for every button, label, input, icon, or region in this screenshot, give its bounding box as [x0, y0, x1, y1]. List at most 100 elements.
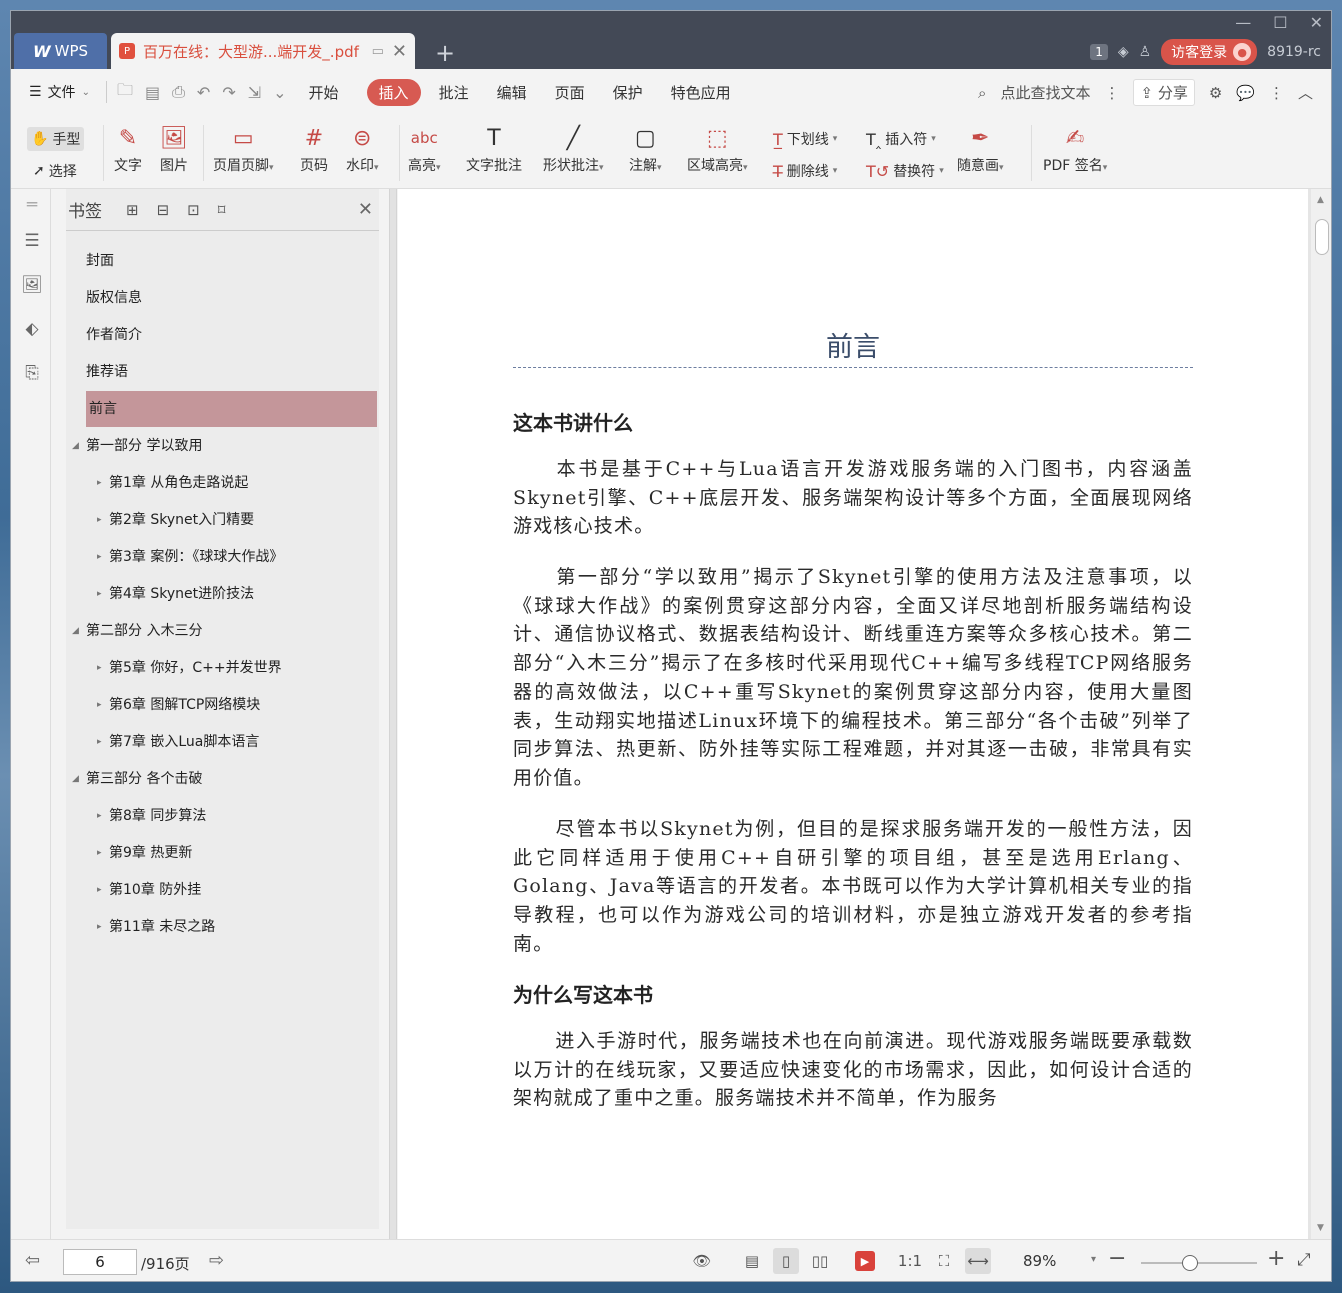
undo-icon[interactable]: ↶ — [197, 83, 210, 102]
bookmark-item[interactable]: 推荐语 — [86, 354, 377, 390]
tab-special-apps[interactable]: 特色应用 — [671, 82, 731, 103]
eye-protect-icon[interactable]: 👁 — [689, 1248, 715, 1274]
zoom-dropdown-icon[interactable]: ▾ — [1091, 1254, 1096, 1265]
expand-bookmark-icon[interactable]: ⊡ — [187, 201, 200, 219]
page-number-button[interactable]: # 页码 — [299, 123, 329, 175]
zoom-out-icon[interactable]: − — [1108, 1246, 1126, 1271]
bookmark-settings-icon[interactable]: ⌑ — [218, 201, 226, 219]
thumbnail-image-icon[interactable]: 🖼 — [21, 275, 43, 297]
expand-triangle-icon[interactable]: ▸ — [97, 687, 102, 723]
document-tab[interactable]: P 百万在线：大型游...端开发_.pdf ▭ ✕ — [111, 33, 415, 69]
next-page-icon[interactable]: ⇨ — [209, 1250, 224, 1271]
expand-triangle-icon[interactable]: ▸ — [97, 724, 102, 760]
bookmark-item[interactable]: 作者简介 — [86, 317, 377, 353]
insert-char-button[interactable]: T‸ 插入符 ▾ — [866, 129, 936, 149]
highlight-button[interactable]: abc 高亮▾ — [408, 123, 441, 175]
replace-char-button[interactable]: T↺ 替换符 ▾ — [866, 161, 944, 181]
chat-icon[interactable]: 💬 — [1236, 84, 1255, 102]
scroll-down-icon[interactable]: ▼ — [1317, 1223, 1324, 1233]
bookmark-item[interactable]: ◢ 第三部分 各个击破 — [72, 761, 377, 797]
bookmark-item[interactable]: ▸ 第10章 防外挂 — [97, 872, 377, 908]
play-slideshow-icon[interactable]: ▶ — [855, 1251, 875, 1271]
more-options-icon[interactable]: ⋮ — [1269, 84, 1284, 102]
expand-triangle-icon[interactable]: ▸ — [97, 872, 102, 908]
watermark-button[interactable]: ⊜ 水印▾ — [346, 123, 379, 175]
bookmark-item[interactable]: 版权信息 — [86, 280, 377, 316]
search-icon[interactable]: ⌕ — [978, 84, 986, 102]
tab-insert[interactable]: 插入 — [366, 78, 421, 106]
strikethrough-button[interactable]: T̶ 删除线 ▾ — [773, 161, 837, 181]
tag-icon[interactable]: ⬖ — [21, 319, 43, 341]
wps-home-tab[interactable]: W WPS — [14, 33, 107, 69]
fit-width-icon[interactable]: ⟷ — [965, 1248, 991, 1274]
expand-triangle-icon[interactable]: ▸ — [97, 798, 102, 834]
shirt-icon[interactable]: ♙ — [1139, 44, 1152, 60]
fullscreen-icon[interactable]: ⤢ — [1297, 1250, 1311, 1270]
open-folder-icon[interactable]: 🗀 — [117, 79, 133, 106]
shape-comment-button[interactable]: ╱ 形状批注▾ — [543, 123, 604, 175]
tab-start[interactable]: 开始 — [309, 82, 339, 103]
redo-icon[interactable]: ↷ — [222, 83, 235, 102]
print-icon[interactable]: ⎙ — [172, 82, 185, 102]
bookmark-item[interactable]: ▸ 第8章 同步算法 — [97, 798, 377, 834]
select-tool-button[interactable]: ➚ 选择 — [33, 161, 77, 181]
actual-size-icon[interactable]: 1:1 — [897, 1248, 923, 1274]
outline-list-icon[interactable]: ☰ — [21, 231, 43, 253]
collapse-triangle-icon[interactable]: ◢ — [72, 428, 79, 464]
expand-triangle-icon[interactable]: ▸ — [97, 650, 102, 686]
bookmark-item-selected[interactable]: 前言 — [86, 391, 377, 427]
bookmark-item[interactable]: ▸ 第9章 热更新 — [97, 835, 377, 871]
bookmark-item[interactable]: ▸ 第2章 Skynet入门精要 — [97, 502, 377, 538]
page-number-input[interactable]: 6 — [63, 1249, 137, 1275]
monitor-icon[interactable]: ▭ — [372, 44, 384, 59]
scroll-up-icon[interactable]: ▲ — [1317, 195, 1324, 205]
expand-triangle-icon[interactable]: ▸ — [97, 465, 102, 501]
zoom-slider[interactable] — [1141, 1255, 1257, 1271]
close-tab-icon[interactable]: ✕ — [392, 41, 407, 62]
bookmark-item[interactable]: ▸ 第7章 嵌入Lua脚本语言 — [97, 724, 377, 760]
expand-triangle-icon[interactable]: ▸ — [97, 539, 102, 575]
search-text-button[interactable]: 点此查找文本 — [1000, 82, 1090, 103]
zoom-in-icon[interactable]: + — [1267, 1246, 1285, 1271]
export-icon[interactable]: ⇲ — [248, 83, 261, 102]
window-count-badge[interactable]: 1 — [1090, 44, 1108, 60]
image-insert-button[interactable]: 🖼 图片 — [159, 123, 189, 175]
expand-triangle-icon[interactable]: ▸ — [97, 502, 102, 538]
bookmark-item[interactable]: ▸ 第6章 图解TCP网络模块 — [97, 687, 377, 723]
fit-page-icon[interactable]: ⛶ — [931, 1248, 957, 1274]
two-page-view-icon[interactable]: ▯▯ — [807, 1248, 833, 1274]
expand-triangle-icon[interactable]: ▸ — [97, 835, 102, 871]
more-vertical-icon[interactable]: ⋮ — [1104, 84, 1119, 102]
previous-page-icon[interactable]: ⇦ — [25, 1250, 40, 1271]
bookmark-item[interactable]: ▸ 第3章 案例：《球球大作战》 — [97, 539, 377, 575]
tab-comment[interactable]: 批注 — [439, 82, 469, 103]
zoom-level[interactable]: 89% — [1023, 1252, 1056, 1270]
bookmark-item[interactable]: ▸ 第5章 你好，C++并发世界 — [97, 650, 377, 686]
zoom-slider-knob[interactable] — [1181, 1255, 1198, 1271]
add-sub-bookmark-icon[interactable]: ⊟ — [157, 201, 170, 219]
minimize-icon[interactable]: — — [1235, 13, 1251, 32]
pdf-sign-button[interactable]: ✍ PDF 签名▾ — [1043, 123, 1107, 175]
expand-triangle-icon[interactable]: ▸ — [97, 576, 102, 612]
continuous-view-icon[interactable]: ▤ — [739, 1248, 765, 1274]
skin-icon[interactable]: ◈ — [1118, 44, 1129, 60]
collapse-ribbon-icon[interactable]: ︿ — [1298, 82, 1313, 103]
vertical-scrollbar[interactable]: ▲ ▼ — [1311, 189, 1331, 1239]
text-comment-button[interactable]: T 文字批注 — [466, 123, 522, 175]
add-bookmark-icon[interactable]: ⊞ — [126, 201, 139, 219]
tab-protect[interactable]: 保护 — [613, 82, 643, 103]
bookmark-item[interactable]: ◢ 第二部分 入木三分 — [72, 613, 377, 649]
bookmark-item[interactable]: ▸ 第11章 未尽之路 — [97, 909, 377, 945]
close-panel-icon[interactable]: ✕ — [358, 199, 373, 220]
area-highlight-button[interactable]: ⬚ 区域高亮▾ — [687, 123, 748, 175]
attachment-icon[interactable]: ⎘ — [21, 363, 43, 385]
scroll-thumb[interactable] — [1315, 219, 1329, 255]
text-insert-button[interactable]: ✎ 文字 — [113, 123, 143, 175]
new-tab-button[interactable]: + — [435, 39, 455, 67]
maximize-icon[interactable]: ☐ — [1273, 13, 1287, 32]
bookmark-item[interactable]: ▸ 第1章 从角色走路说起 — [97, 465, 377, 501]
expand-triangle-icon[interactable]: ▸ — [97, 909, 102, 945]
panel-splitter[interactable] — [389, 189, 397, 1239]
bookmark-item[interactable]: ▸ 第4章 Skynet进阶技法 — [97, 576, 377, 612]
underline-button[interactable]: T̲ 下划线 ▾ — [773, 129, 837, 149]
